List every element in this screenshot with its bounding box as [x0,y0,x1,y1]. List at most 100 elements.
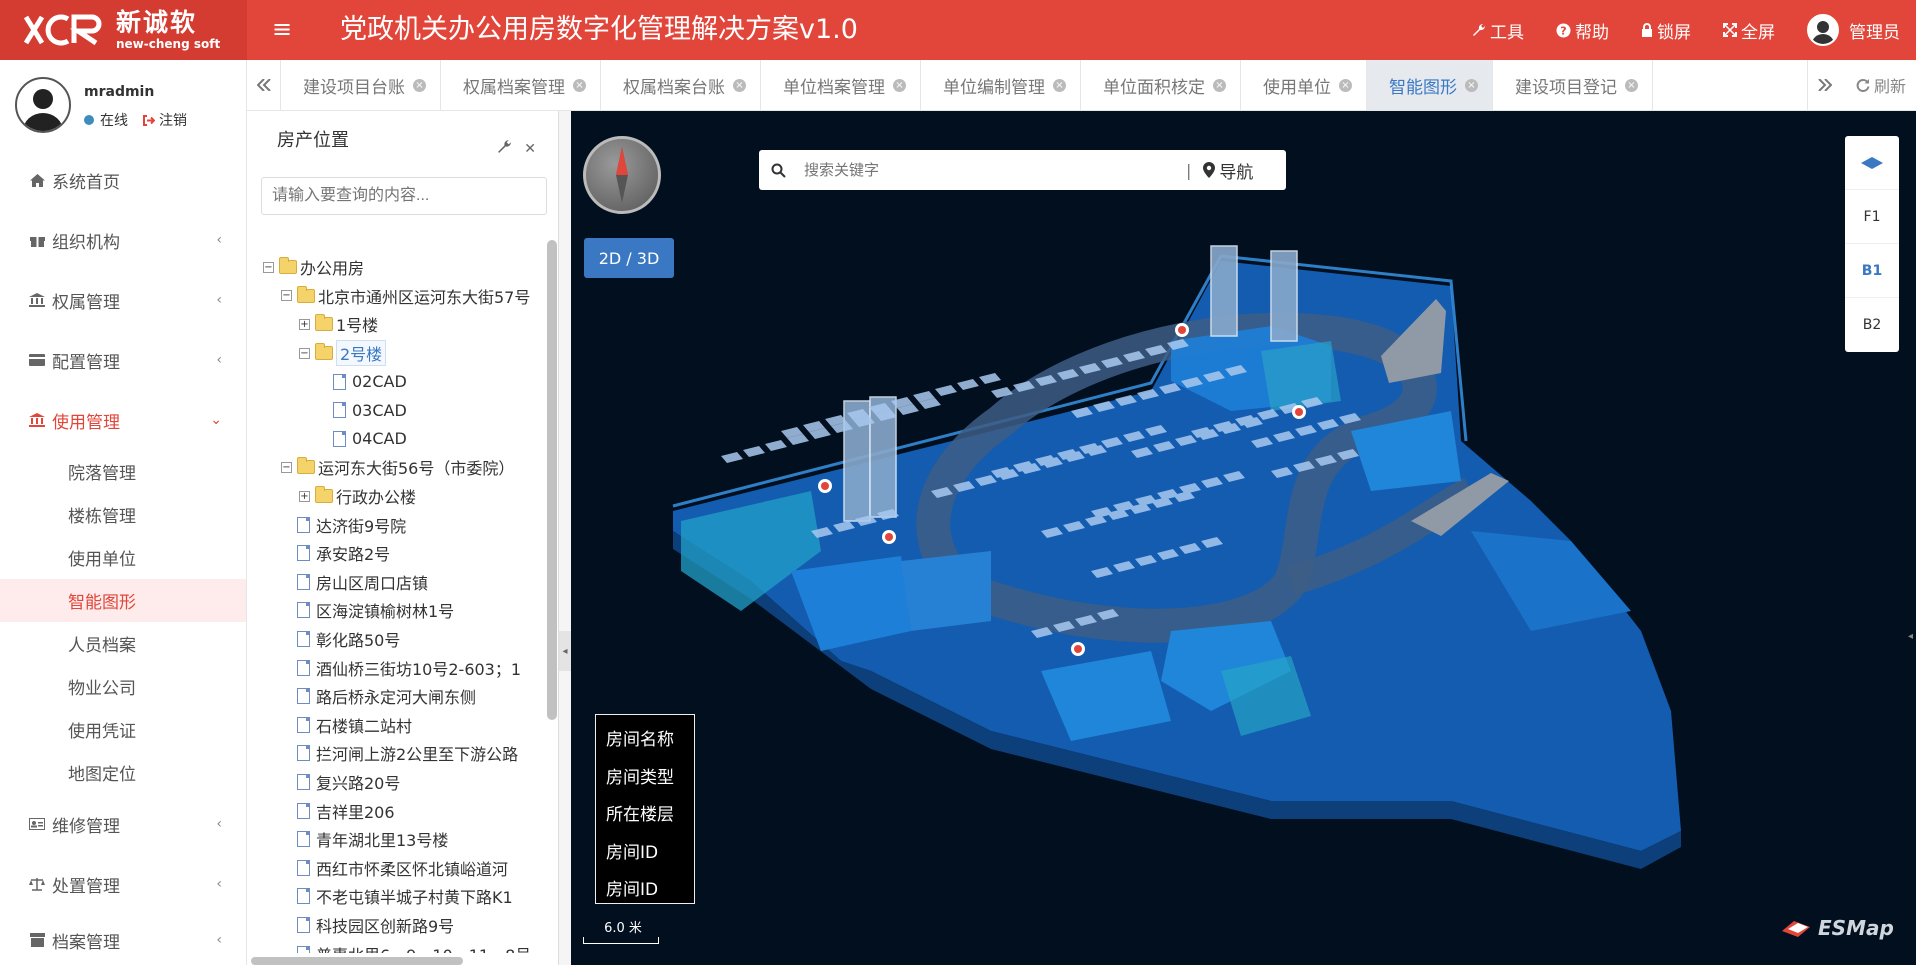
tabs-scroll-right-button[interactable] [1807,60,1841,110]
tab-close-icon[interactable]: × [413,78,426,92]
collapse-icon[interactable]: − [281,461,292,473]
floor-b2-button[interactable]: B2 [1845,298,1899,352]
subnav-personnel[interactable]: 人员档案 [0,622,246,665]
view-2d-3d-toggle[interactable]: 2D / 3D [584,238,674,278]
wrench-icon[interactable] [497,139,512,158]
sidebar-item-usage[interactable]: 使用管理 ⌄ [0,390,246,450]
compass-icon[interactable] [583,136,661,214]
tab-close-icon[interactable]: × [573,78,586,92]
tools-button[interactable]: 工具 [1472,18,1524,43]
user-menu[interactable]: 管理员 [1807,14,1900,46]
panel-splitter[interactable]: ◂ [559,111,571,965]
collapse-icon[interactable]: − [299,347,310,359]
tree-node[interactable]: 吉祥里206 [263,796,538,825]
subnav-property-company[interactable]: 物业公司 [0,665,246,708]
lock-screen-button[interactable]: 锁屏 [1641,18,1691,43]
tree-scrollbar[interactable] [547,240,557,720]
navigate-button[interactable]: 导航 [1203,158,1253,183]
menu-toggle-button[interactable]: ≡ [272,17,292,41]
tab-close-icon[interactable]: × [1465,78,1478,92]
sidebar-item-maintenance[interactable]: 维修管理 ‹ [0,794,246,854]
tab-item[interactable]: 权属档案管理 × [441,60,601,110]
tree-node[interactable]: − 办公用房 [263,253,538,282]
fullscreen-button[interactable]: 全屏 [1723,18,1775,43]
tree-node[interactable]: 03CAD [263,396,538,425]
tree-node-label: 彰化路50号 [316,631,401,651]
floor-layers-icon[interactable] [1845,136,1899,190]
tree-node[interactable]: 石楼镇二站村 [263,711,538,740]
tree-node[interactable]: 不老屯镇半城子村黄下路K1 [263,882,538,911]
tree-search-input[interactable] [261,177,547,215]
indoor-3d-map[interactable]: 2D / 3D | 导航 F1 B1 B2 房间名称 房间类型 所在楼层 房间I… [571,111,1916,965]
floor-plan-3d[interactable] [571,111,1916,965]
collapse-icon[interactable]: − [263,261,274,273]
tree-node[interactable]: +1号楼 [263,310,538,339]
subnav-user-unit[interactable]: 使用单位 [0,536,246,579]
tab-item[interactable]: 建设项目登记 × [1493,60,1653,110]
tree-node[interactable]: 04CAD [263,425,538,454]
collapse-right-icon[interactable]: ◂ [1908,631,1916,671]
expand-icon[interactable]: + [299,318,310,330]
floor-f1-button[interactable]: F1 [1845,190,1899,244]
tree-node-label: 03CAD [352,400,407,420]
tree-node[interactable]: 房山区周口店镇 [263,568,538,597]
tree-node[interactable]: 西红市怀柔区怀北镇峪道河 [263,853,538,882]
tree-node[interactable]: − 2号楼 [263,339,538,368]
collapse-left-icon[interactable]: ◂ [559,631,571,671]
tab-close-icon[interactable]: × [893,78,906,92]
tree-node[interactable]: 科技园区创新路9号 [263,911,538,940]
tab-item[interactable]: 智能图形 × [1367,60,1493,110]
sidebar-item-configuration[interactable]: 配置管理 ‹ [0,330,246,390]
tab-item[interactable]: 权属档案台账 × [601,60,761,110]
tree-node[interactable]: 承安路2号 [263,539,538,568]
tree-horizontal-scrollbar[interactable] [251,957,463,965]
property-tree: − 办公用房 − 北京市通州区运河东大街57号 +1号楼 −2号楼 02CAD 03CAD 04… [263,253,538,953]
map-search-input[interactable] [804,161,1174,179]
sidebar-item-ownership[interactable]: 权属管理 ‹ [0,270,246,330]
tree-node[interactable]: + 行政办公楼 [263,482,538,511]
subnav-building[interactable]: 楼栋管理 [0,493,246,536]
subnav-map-location[interactable]: 地图定位 [0,751,246,794]
tab-close-icon[interactable]: × [1625,78,1638,92]
id-card-icon [28,818,46,830]
scale-icon [28,877,46,891]
logout-link[interactable]: 注销 [142,110,187,130]
tab-close-icon[interactable]: × [733,78,746,92]
subnav-smart-graphics[interactable]: 智能图形 [0,579,246,622]
floor-b1-button[interactable]: B1 [1845,244,1899,298]
tree-node[interactable]: 普惠北里6、9、10、11、8号 [263,939,538,953]
folder-icon [315,314,333,332]
sidebar-item-organization[interactable]: 组织机构 ‹ [0,210,246,270]
tab-item[interactable]: 建设项目台账 × [281,60,441,110]
tabs-scroll-left-button[interactable] [247,60,281,110]
tree-node[interactable]: 达济街9号院 [263,510,538,539]
tab-item[interactable]: 单位编制管理 × [921,60,1081,110]
tree-node[interactable]: − 北京市通州区运河东大街57号 [263,282,538,311]
tab-close-icon[interactable]: × [1213,78,1226,92]
tab-item[interactable]: 使用单位 × [1241,60,1367,110]
tree-node[interactable]: 02CAD [263,367,538,396]
gift-icon [28,233,46,247]
tree-node[interactable]: 酒仙桥三街坊10号2-603；1 [263,653,538,682]
collapse-icon[interactable]: − [281,290,292,302]
sidebar-item-archive[interactable]: 档案管理 ‹ [0,910,246,965]
tree-node[interactable]: 拦河闸上游2公里至下游公路 [263,739,538,768]
sidebar-item-disposal[interactable]: 处置管理 ‹ [0,854,246,914]
tab-close-icon[interactable]: × [1053,78,1066,92]
subnav-usage-certificate[interactable]: 使用凭证 [0,708,246,751]
expand-icon[interactable]: + [299,490,310,502]
tab-close-icon[interactable]: × [1339,78,1352,92]
subnav-courtyard[interactable]: 院落管理 [0,450,246,493]
close-icon[interactable]: ✕ [524,141,536,157]
help-button[interactable]: ? 帮助 [1556,18,1609,43]
tree-node[interactable]: 路后桥永定河大闸东侧 [263,682,538,711]
sidebar-item-home[interactable]: 系统首页 [0,150,246,210]
tab-item[interactable]: 单位面积核定 × [1081,60,1241,110]
tree-node[interactable]: 青年湖北里13号楼 [263,825,538,854]
tab-item[interactable]: 单位档案管理 × [761,60,921,110]
tree-node[interactable]: 彰化路50号 [263,625,538,654]
refresh-button[interactable]: 刷新 [1856,60,1906,110]
tree-node[interactable]: − 运河东大街56号（市委院） [263,453,538,482]
tree-node[interactable]: 区海淀镇榆树林1号 [263,596,538,625]
tree-node[interactable]: 复兴路20号 [263,768,538,797]
